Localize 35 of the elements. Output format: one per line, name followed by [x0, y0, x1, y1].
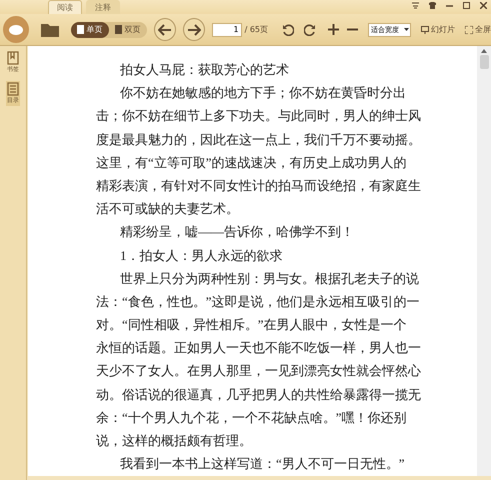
section-heading: 拍女人马屁：获取芳心的艺术 — [119, 61, 290, 79]
paragraph: 你不妨在她敏感的地方下手；你不妨在黄昏时分出 击；你不妨在细节上多下功夫。与此同时，男人的绅士风 度是最具魅力的，因此在这一点上，我们千万不要动摇。 这里，有“立等可取”的速战速决，有历史上成功男人的 精彩表演，有针对不同女性计的拍马而设绝招，有家庭生 活不可或缺的夫妻艺术。 — [96, 84, 422, 218]
maximize-icon[interactable] — [463, 2, 470, 9]
zoom-in-icon[interactable] — [328, 24, 340, 35]
tab[interactable]: 注释 — [86, 0, 120, 14]
slideshow-button[interactable]: 幻灯片 — [421, 24, 456, 35]
logo-icon[interactable] — [3, 16, 29, 43]
rotate-left-icon[interactable] — [282, 24, 294, 36]
rotate-right-icon[interactable] — [304, 24, 316, 36]
view-mode-button[interactable]: 单页 — [70, 22, 109, 38]
paragraph: 世界上只分为两种性别：男与女。根据孔老夫子的说 法：“食色，性也。”这即是说，他们是永远相互吸引的一 对。“同性相吸，异性相斥。”在男人眼中，女性是一个 永恒的话题。正如男人一天也不能不吃饭一样，男人也一 天少不了女人。在男人那里，一见到漂亮女性就会怦然心 动。俗话说的很逼真，几乎把男人的共性给暴露得一揽无 余：“十个男人九个花，一个不花缺点啥。”嘿！你还别 说，这样的概括颇有哲理。 — [96, 270, 422, 450]
fullscreen-icon — [465, 26, 474, 34]
page-number-field[interactable]: 1 — [212, 22, 242, 36]
view-mode-button[interactable]: 双页 — [108, 22, 147, 38]
page-total: / 65页 — [244, 24, 268, 35]
scrollbar-thumb[interactable] — [480, 55, 488, 69]
scrollbar[interactable] — [477, 46, 491, 476]
tab[interactable]: 阅读 — [48, 0, 82, 14]
shirt-icon[interactable] — [429, 2, 436, 9]
paragraph: 精彩纷呈，嘘——告诉你，哈佛学不到！ — [119, 223, 355, 242]
fullscreen-button[interactable]: 全屏 — [465, 24, 491, 35]
back-button[interactable] — [154, 18, 176, 41]
scroll-up-icon[interactable] — [481, 49, 487, 53]
menu-icon[interactable] — [412, 2, 419, 9]
screen-icon — [421, 26, 430, 34]
right-arrow-icon — [186, 24, 201, 36]
folder-icon[interactable] — [40, 22, 59, 37]
caret-icon — [404, 28, 410, 31]
forward-button[interactable] — [182, 18, 205, 41]
paragraph: 我看到一本书上这样写道：“男人不可一日无性。” — [119, 455, 406, 474]
close-icon[interactable] — [480, 2, 487, 9]
left-arrow-icon — [158, 24, 172, 36]
section-heading: 1．拍女人：男人永远的欲求 — [119, 246, 284, 264]
page-icon — [76, 25, 84, 34]
page-icon — [114, 25, 122, 34]
